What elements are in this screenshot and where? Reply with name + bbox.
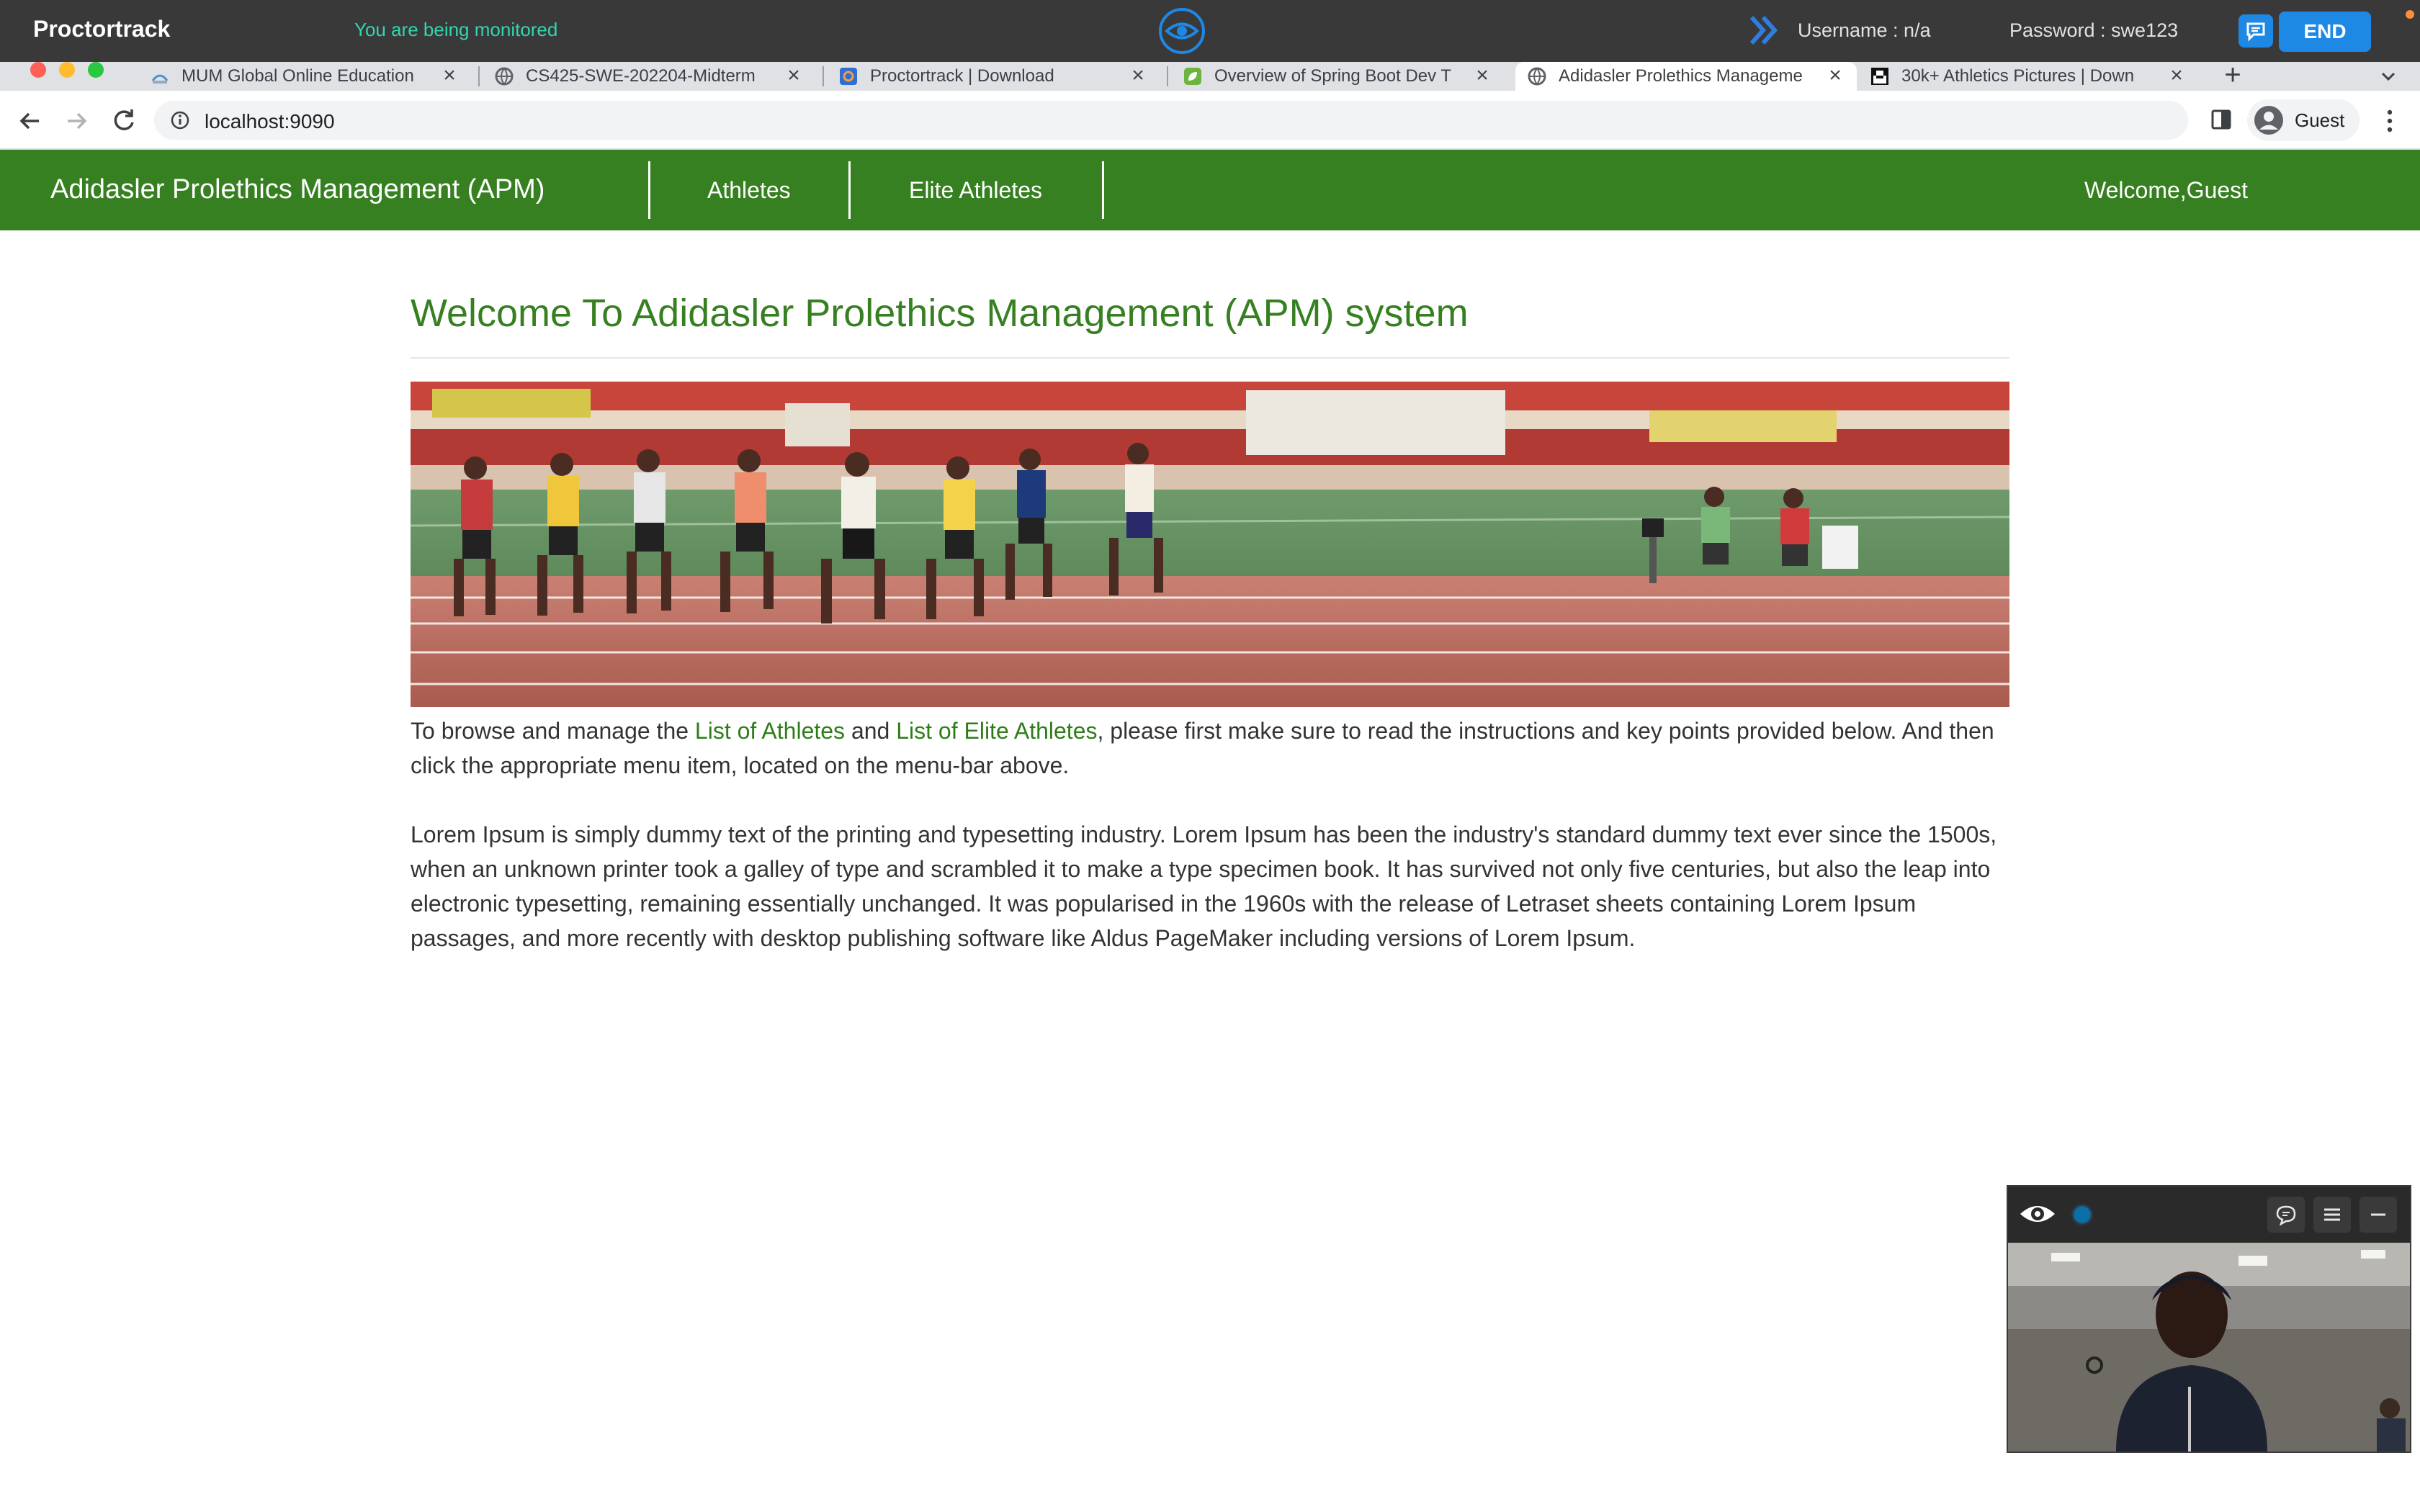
tab-athletics-pictures[interactable]: 30k+ Athletics Pictures | Down ×	[1858, 62, 2198, 91]
proctor-password: Password : swe123	[2009, 19, 2179, 41]
tab-close-icon[interactable]: ×	[1472, 65, 1492, 86]
proctortrack-bar: Proctortrack You are being monitored Use…	[0, 0, 2420, 62]
browser-tab-strip: MUM Global Online Education × CS425-SWE-…	[0, 60, 2420, 91]
tab-close-icon[interactable]: ×	[2166, 65, 2187, 86]
tab-mum-online-education[interactable]: MUM Global Online Education ×	[138, 62, 471, 91]
proctortrack-favicon-icon	[840, 68, 857, 85]
tab-spring-boot-dev[interactable]: Overview of Spring Boot Dev T ×	[1171, 62, 1504, 91]
intro-text-before: To browse and manage the	[411, 718, 695, 744]
chat-button[interactable]	[2238, 14, 2273, 48]
monitoring-status: You are being monitored	[354, 19, 558, 40]
double-chevron-right-icon[interactable]	[1747, 13, 1782, 48]
chevron-down-icon[interactable]	[2377, 65, 2400, 88]
tab-apm-active[interactable]: Adidasler Prolethics Manageme ×	[1515, 62, 1857, 91]
tab-close-icon[interactable]: ×	[784, 65, 804, 86]
tab-title: Adidasler Prolethics Manageme	[1559, 66, 1803, 86]
tab-title: MUM Global Online Education	[182, 66, 414, 86]
intro-text-middle: and	[845, 718, 897, 744]
hero-athletes-image	[410, 382, 2010, 707]
link-list-of-athletes[interactable]: List of Athletes	[695, 718, 845, 744]
webcam-menu-button[interactable]	[2313, 1197, 2351, 1233]
notification-dot	[2406, 10, 2414, 19]
back-arrow-icon[interactable]	[14, 105, 46, 137]
avatar-icon	[2254, 106, 2283, 135]
info-icon[interactable]	[170, 110, 190, 130]
webcam-widget[interactable]	[2007, 1185, 2411, 1453]
address-bar[interactable]: localhost:9090	[154, 101, 2188, 140]
page-title: Welcome To Adidasler Prolethics Manageme…	[411, 292, 1469, 335]
window-close-button[interactable]	[30, 62, 46, 78]
webcam-minimize-button[interactable]	[2360, 1197, 2397, 1233]
end-session-button[interactable]: END	[2279, 12, 2371, 52]
tab-close-icon[interactable]: ×	[1128, 65, 1148, 86]
forward-arrow-icon[interactable]	[60, 105, 92, 137]
window-zoom-button[interactable]	[88, 62, 104, 78]
webcam-feed	[2008, 1243, 2410, 1452]
tab-title: Overview of Spring Boot Dev T	[1214, 66, 1452, 86]
monitor-eye-icon	[1159, 8, 1205, 54]
recording-indicator	[2074, 1207, 2090, 1223]
minimize-icon	[2371, 1213, 2385, 1216]
link-list-of-elite-athletes[interactable]: List of Elite Athletes	[896, 718, 1097, 744]
tab-close-icon[interactable]: ×	[439, 65, 460, 86]
window-minimize-button[interactable]	[59, 62, 75, 78]
nav-divider	[648, 161, 650, 219]
app-brand[interactable]: Adidasler Prolethics Management (APM)	[50, 174, 544, 205]
webcam-chat-button[interactable]	[2267, 1197, 2305, 1233]
tab-cs425-midterm[interactable]: CS425-SWE-202204-Midterm ×	[483, 62, 815, 91]
url-text[interactable]: localhost:9090	[205, 110, 335, 133]
welcome-user: Welcome,Guest	[2084, 177, 2249, 203]
mum-favicon-icon	[151, 74, 169, 84]
tab-title: 30k+ Athletics Pictures | Down	[1901, 66, 2135, 86]
chat-icon	[2276, 1205, 2296, 1225]
proctortrack-logo: Proctortrack	[33, 16, 171, 42]
nav-divider	[848, 161, 851, 219]
nav-divider	[1102, 161, 1104, 219]
proctor-username: Username : n/a	[1798, 19, 1931, 41]
chat-icon	[2246, 22, 2265, 42]
globe-icon	[495, 67, 514, 86]
tab-separator	[478, 66, 480, 86]
tab-separator	[823, 66, 824, 86]
new-tab-button[interactable]: +	[2218, 60, 2247, 91]
side-panel-icon[interactable]	[2208, 107, 2234, 132]
spring-favicon-icon	[1184, 68, 1201, 85]
nav-link-elite-athletes[interactable]: Elite Athletes	[909, 177, 1042, 204]
eye-icon	[2020, 1206, 2055, 1222]
tab-title: CS425-SWE-202204-Midterm	[526, 66, 756, 86]
tab-separator	[1167, 66, 1168, 86]
profile-button[interactable]: Guest	[2247, 99, 2360, 141]
more-menu-icon[interactable]	[2377, 107, 2403, 135]
globe-icon	[1528, 67, 1546, 86]
menu-icon	[2324, 1208, 2340, 1221]
reload-icon[interactable]	[108, 105, 140, 137]
lorem-paragraph: Lorem Ipsum is simply dummy text of the …	[411, 822, 1997, 951]
browser-toolbar: localhost:9090 Guest	[0, 91, 2420, 150]
nav-link-athletes[interactable]: Athletes	[707, 177, 791, 204]
profile-label: Guest	[2295, 109, 2345, 131]
tab-close-icon[interactable]: ×	[1825, 65, 1845, 86]
tab-title: Proctortrack | Download	[870, 66, 1054, 86]
tab-proctortrack-download[interactable]: Proctortrack | Download ×	[827, 62, 1160, 91]
intro-paragraph: To browse and manage the List of Athlete…	[411, 714, 2009, 783]
unsplash-favicon-icon	[1871, 68, 1888, 85]
app-navbar: Adidasler Prolethics Management (APM) At…	[0, 150, 2420, 230]
main-content: Welcome To Adidasler Prolethics Manageme…	[410, 285, 2010, 955]
title-divider	[411, 357, 2009, 359]
webcam-header[interactable]	[2008, 1187, 2410, 1243]
